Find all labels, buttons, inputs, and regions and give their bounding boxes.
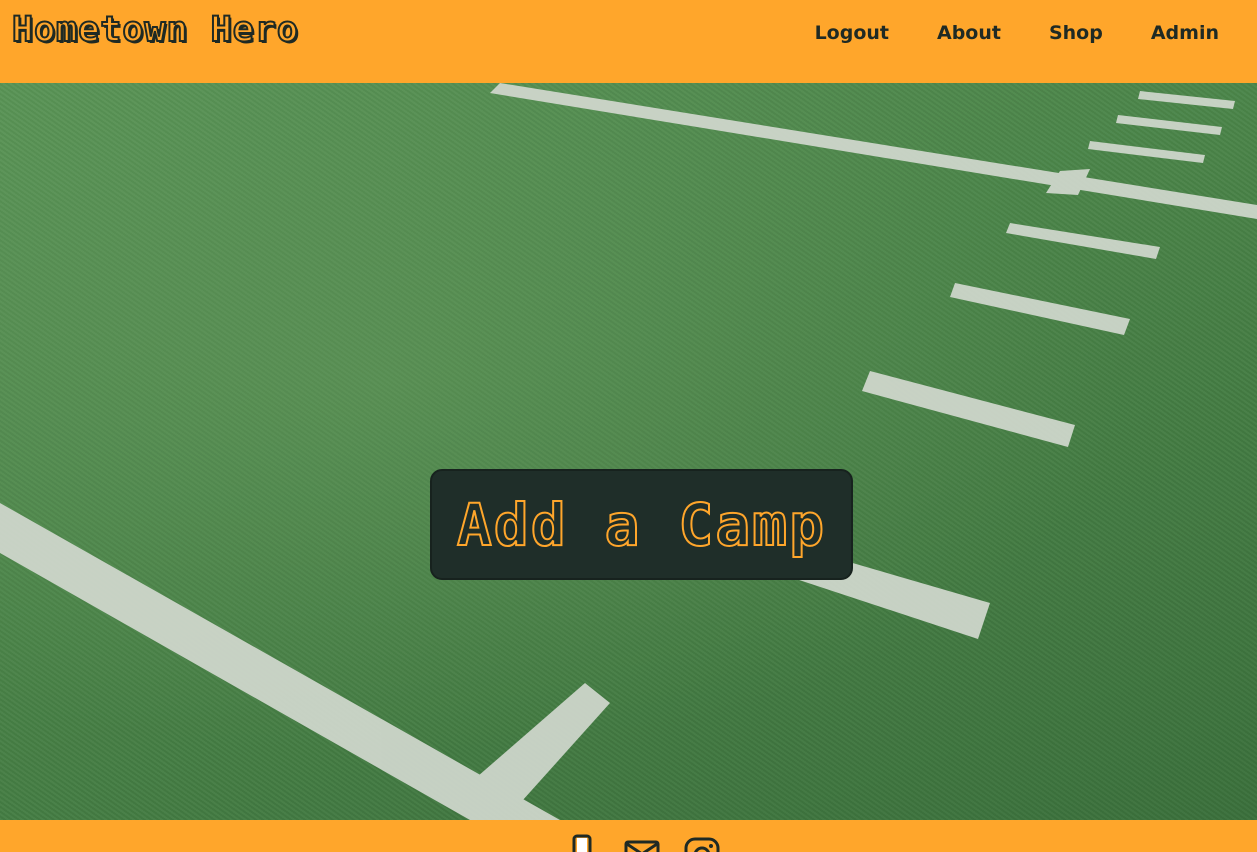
nav-shop-link[interactable]: Shop bbox=[1049, 20, 1103, 46]
add-camp-button[interactable]: Add a Camp bbox=[430, 469, 853, 580]
main-nav: Logout About Shop Admin bbox=[767, 20, 1219, 46]
mail-icon[interactable] bbox=[624, 840, 660, 852]
add-camp-label: Add a Camp bbox=[456, 490, 827, 560]
nav-admin-link[interactable]: Admin bbox=[1151, 20, 1219, 46]
phone-icon[interactable] bbox=[572, 834, 592, 852]
hero-field-background: Add a Camp bbox=[0, 83, 1257, 820]
site-header: Hometown Hero Logout About Shop Admin bbox=[0, 0, 1257, 83]
instagram-icon[interactable] bbox=[684, 837, 720, 852]
site-footer bbox=[0, 820, 1257, 852]
brand-logo[interactable]: Hometown Hero bbox=[11, 9, 299, 51]
nav-about-link[interactable]: About bbox=[937, 20, 1001, 46]
field-lines bbox=[0, 83, 1257, 820]
nav-logout-link[interactable]: Logout bbox=[815, 20, 889, 46]
